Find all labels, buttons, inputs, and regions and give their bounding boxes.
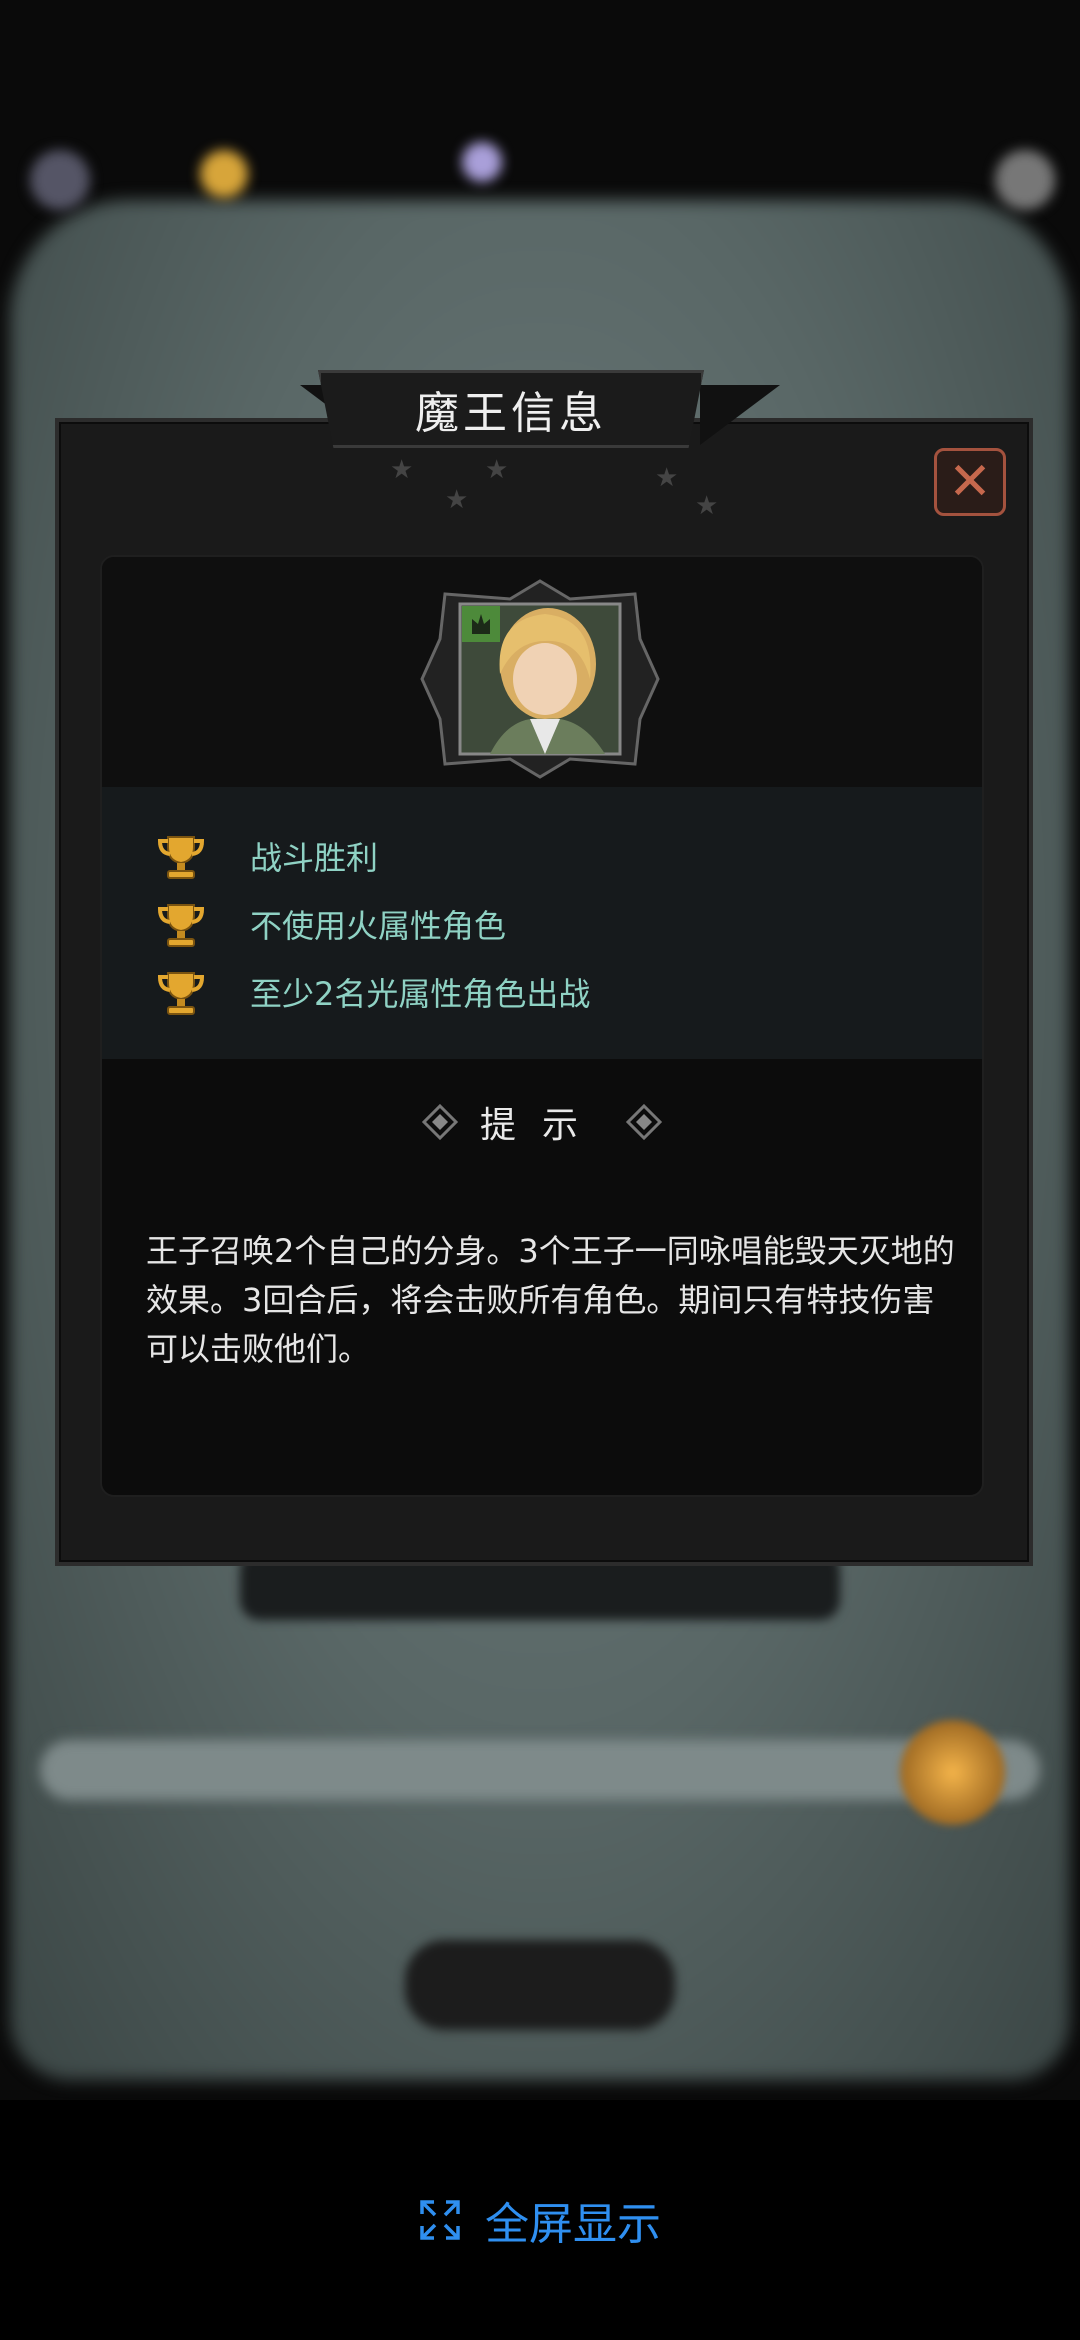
background-lightning-icon: [30, 150, 90, 210]
star-icon: ★: [655, 463, 679, 493]
dialog-content: 战斗胜利 不使用火属性角色 至少2名光属性角色出战 提示 王子召唤2个自己的分身…: [100, 555, 984, 1497]
close-button[interactable]: ✕: [934, 448, 1006, 516]
hint-description: 王子召唤2个自己的分身。3个王子一同咏唱能毁天灭地的效果。3回合后，将会击败所有…: [146, 1232, 955, 1368]
background-strip: [40, 1740, 1040, 1800]
hint-title: 提示: [479, 1105, 604, 1146]
expand-icon: [420, 2200, 460, 2240]
trophy-icon: [157, 904, 205, 947]
condition-text: 不使用火属性角色: [250, 907, 507, 945]
background-confirm-button: [405, 1940, 675, 2030]
background-gold-orb: [900, 1720, 1005, 1825]
condition-text: 至少2名光属性角色出战: [250, 975, 591, 1013]
star-icon: ★: [485, 455, 509, 485]
condition-row: 不使用火属性角色: [154, 897, 506, 951]
star-icon: ★: [695, 491, 719, 521]
background-top-bar: [0, 80, 1080, 210]
boss-portrait: [420, 579, 660, 779]
star-icon: ★: [390, 455, 414, 485]
fullscreen-button[interactable]: 全屏显示: [0, 2185, 1080, 2255]
background-coin-icon: [200, 150, 248, 198]
victory-conditions: 战斗胜利 不使用火属性角色 至少2名光属性角色出战: [102, 787, 982, 1059]
condition-row: 战斗胜利: [154, 829, 378, 883]
star-icon: ★: [445, 485, 469, 515]
trophy-icon: [157, 836, 205, 879]
dialog-title: 魔王信息: [318, 370, 704, 448]
background-settings-icon: [995, 150, 1055, 210]
diamond-left-icon: [421, 1104, 458, 1140]
diamond-right-icon: [626, 1104, 662, 1140]
trophy-icon: [157, 972, 205, 1015]
background-gem-icon: [462, 142, 502, 182]
condition-row: 至少2名光属性角色出战: [154, 965, 590, 1019]
hint-header: 提示: [102, 1092, 982, 1152]
portrait-area: [102, 557, 982, 787]
fullscreen-label: 全屏显示: [485, 2199, 661, 2250]
condition-text: 战斗胜利: [250, 839, 379, 877]
title-stars: ★ ★ ★ ★ ★: [390, 455, 730, 525]
close-icon: ✕: [948, 452, 992, 512]
